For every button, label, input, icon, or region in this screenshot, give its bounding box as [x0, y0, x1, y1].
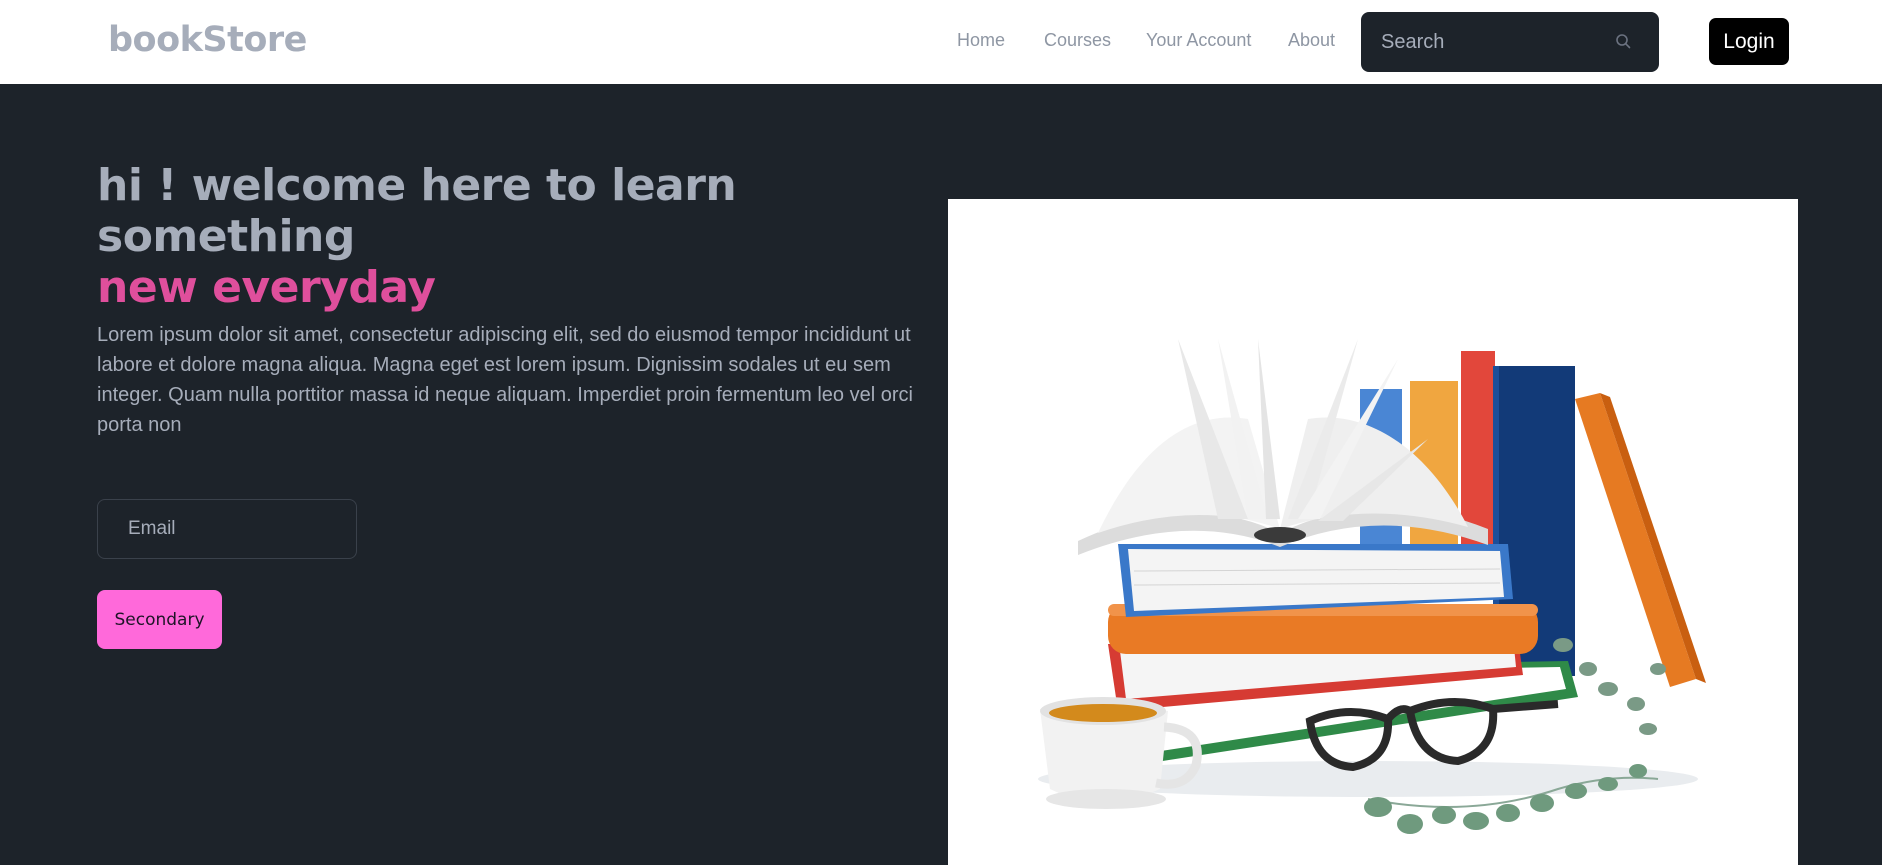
hero-title-line1: hi ! welcome here to learn something: [97, 160, 737, 262]
search-input[interactable]: [1361, 12, 1611, 72]
login-button[interactable]: Login: [1709, 18, 1789, 65]
hero-description: Lorem ipsum dolor sit amet, consectetur …: [97, 324, 913, 436]
navbar: bookStore Home Courses Your Account Abou…: [0, 0, 1882, 84]
standing-orange-book: [1575, 393, 1706, 687]
nav-about[interactable]: About: [1288, 30, 1335, 51]
nav-courses[interactable]: Courses: [1044, 30, 1111, 51]
nav-home[interactable]: Home: [957, 30, 1005, 51]
email-field[interactable]: [97, 499, 357, 559]
secondary-button[interactable]: Secondary: [97, 590, 222, 649]
hero-title: hi ! welcome here to learn something new…: [97, 160, 977, 313]
search-icon[interactable]: [1613, 31, 1635, 53]
hero-illustration: [948, 199, 1798, 865]
hero-title-accent: new everyday: [97, 262, 436, 313]
nav-your-account[interactable]: Your Account: [1146, 30, 1251, 51]
books-illustration: [1038, 339, 1706, 834]
brand-logo[interactable]: bookStore: [108, 20, 307, 60]
